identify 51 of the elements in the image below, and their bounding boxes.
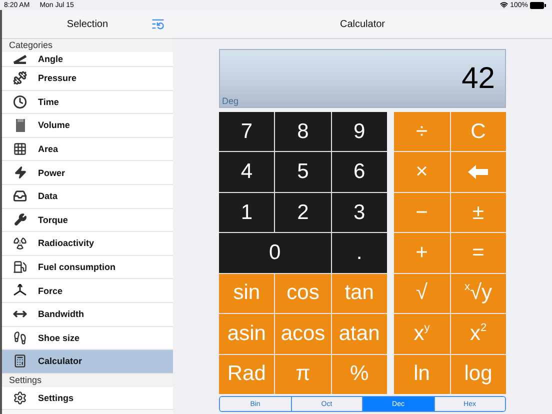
sidebar-title: Selection bbox=[66, 18, 108, 30]
angle-mode: Deg bbox=[222, 96, 239, 106]
sidebar-item[interactable]: Power bbox=[2, 161, 173, 185]
calculator-icon bbox=[13, 354, 27, 368]
sidebar-item[interactable]: Radioactivity bbox=[2, 232, 173, 256]
sidebar-item[interactable]: Angle bbox=[2, 52, 173, 67]
sidebar-item[interactable]: Pressure bbox=[2, 67, 173, 91]
section-header: Settings bbox=[2, 374, 173, 387]
sidebar-item[interactable]: Torque bbox=[2, 208, 173, 232]
calculator-key[interactable]: 7 bbox=[219, 112, 274, 152]
three-arrows-icon bbox=[13, 284, 27, 298]
tray-icon bbox=[13, 189, 27, 204]
lightning-icon bbox=[14, 166, 26, 180]
calculator-key[interactable]: 9 bbox=[332, 112, 387, 152]
battery-icon bbox=[530, 2, 546, 8]
grid-icon bbox=[13, 142, 27, 156]
sidebar-item[interactable]: Area bbox=[2, 138, 173, 162]
clock-icon bbox=[13, 94, 27, 109]
display-value: 42 bbox=[462, 62, 495, 96]
backspace-arrow-icon bbox=[468, 165, 488, 180]
sidebar-item[interactable]: Calculator bbox=[2, 350, 173, 374]
calculator-key[interactable]: 1 bbox=[219, 192, 274, 232]
footprints-icon bbox=[13, 330, 27, 345]
fuel-pump-icon bbox=[13, 260, 27, 274]
sidebar-item[interactable]: Time bbox=[2, 90, 173, 114]
calculator-key[interactable]: . bbox=[332, 233, 387, 273]
calculator-key[interactable]: 5 bbox=[275, 152, 331, 192]
sidebar-item[interactable]: Force bbox=[2, 279, 173, 303]
sidebar-item[interactable]: Bandwidth bbox=[2, 302, 173, 327]
calculator-key[interactable]: 6 bbox=[332, 152, 387, 192]
calculator-key[interactable]: 0 bbox=[219, 233, 331, 273]
wrench-icon bbox=[14, 213, 26, 226]
settings-icon bbox=[13, 391, 27, 406]
backspace-key[interactable] bbox=[450, 152, 506, 192]
radiation-icon bbox=[13, 236, 27, 250]
section-header: Categories bbox=[2, 39, 173, 52]
calculator-key[interactable]: 4 bbox=[219, 152, 274, 192]
calculator-key[interactable]: 3 bbox=[332, 192, 387, 232]
sidebar-item[interactable]: Fuel consumption bbox=[2, 256, 173, 280]
sidebar-item[interactable]: Data bbox=[2, 184, 173, 209]
calculator-key[interactable]: 2 bbox=[275, 192, 331, 232]
beaker-icon bbox=[16, 118, 24, 132]
page-title: Calculator bbox=[340, 18, 386, 30]
calculator-key[interactable]: 8 bbox=[275, 112, 331, 152]
angle-icon bbox=[13, 54, 27, 64]
dumbbell-icon bbox=[13, 71, 27, 86]
sidebar-item[interactable]: Shoe size bbox=[2, 326, 173, 350]
sidebar-item[interactable]: Settings bbox=[2, 386, 173, 410]
sidebar-item[interactable]: Volume bbox=[2, 114, 173, 138]
wifi-icon bbox=[500, 1, 508, 9]
reorder-button[interactable] bbox=[151, 17, 165, 31]
